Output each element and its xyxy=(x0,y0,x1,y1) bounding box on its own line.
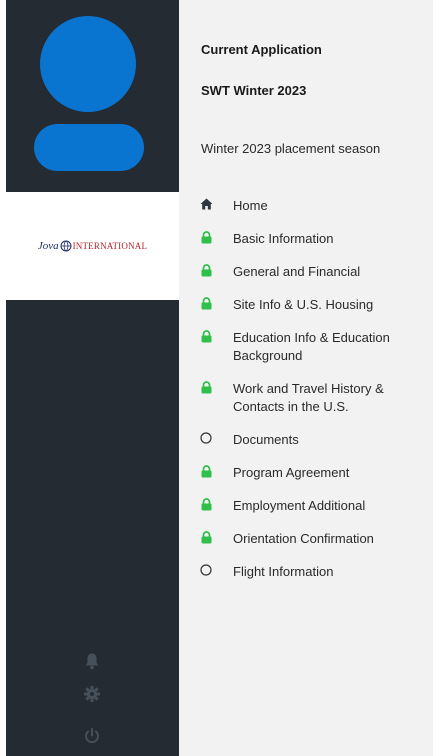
nav-item-5[interactable]: Work and Travel History & Contacts in th… xyxy=(199,380,427,416)
nav-item-label: Home xyxy=(233,198,268,213)
application-nav: Home Basic Information General and Financi… xyxy=(199,197,427,596)
lock-icon xyxy=(199,230,213,246)
nav-item-label: Site Info & U.S. Housing xyxy=(233,297,374,312)
season-description: Winter 2023 placement season xyxy=(201,141,381,156)
power-icon[interactable] xyxy=(83,727,101,745)
home-icon xyxy=(199,197,213,213)
lock-icon xyxy=(199,263,213,279)
nav-item-1[interactable]: Basic Information xyxy=(199,230,427,248)
lock-icon xyxy=(199,497,213,513)
nav-item-label: General and Financial xyxy=(233,264,361,279)
page-title: Current Application xyxy=(201,42,322,57)
lock-icon xyxy=(199,296,213,312)
avatar-body xyxy=(34,124,144,171)
nav-item-2[interactable]: General and Financial xyxy=(199,263,427,281)
sidebar: Jova INTERNATIONAL xyxy=(6,0,179,756)
nav-item-4[interactable]: Education Info & Education Background xyxy=(199,329,427,365)
logo-script: Jova xyxy=(37,240,59,252)
nav-item-label: Work and Travel History & Contacts in th… xyxy=(233,381,384,414)
nav-item-label: Program Agreement xyxy=(233,465,350,480)
lock-icon xyxy=(199,380,213,396)
circle-icon xyxy=(199,431,213,447)
nav-item-9[interactable]: Orientation Confirmation xyxy=(199,530,427,548)
nav-item-3[interactable]: Site Info & U.S. Housing xyxy=(199,296,427,314)
avatar[interactable] xyxy=(40,16,136,112)
nav-item-label: Documents xyxy=(233,432,299,447)
logo[interactable]: Jova INTERNATIONAL xyxy=(6,192,179,300)
nav-item-10[interactable]: Flight Information xyxy=(199,563,427,581)
nav-item-0[interactable]: Home xyxy=(199,197,427,215)
application-name: SWT Winter 2023 xyxy=(201,83,307,98)
logo-word: INTERNATIONAL xyxy=(72,241,148,251)
main-panel: Current Application SWT Winter 2023 Wint… xyxy=(179,0,433,756)
lock-icon xyxy=(199,530,213,546)
bell-icon[interactable] xyxy=(83,652,101,670)
lock-icon xyxy=(199,464,213,480)
logo-mark: Jova INTERNATIONAL xyxy=(38,240,147,252)
nav-item-6[interactable]: Documents xyxy=(199,431,427,449)
nav-item-label: Orientation Confirmation xyxy=(233,531,374,546)
globe-icon xyxy=(60,240,72,252)
nav-item-label: Education Info & Education Background xyxy=(233,330,390,363)
nav-item-label: Employment Additional xyxy=(233,498,366,513)
nav-item-label: Basic Information xyxy=(233,231,334,246)
nav-item-8[interactable]: Employment Additional xyxy=(199,497,427,515)
nav-item-label: Flight Information xyxy=(233,564,334,579)
lock-icon xyxy=(199,329,213,345)
gear-icon[interactable] xyxy=(83,685,101,703)
circle-icon xyxy=(199,563,213,579)
nav-item-7[interactable]: Program Agreement xyxy=(199,464,427,482)
